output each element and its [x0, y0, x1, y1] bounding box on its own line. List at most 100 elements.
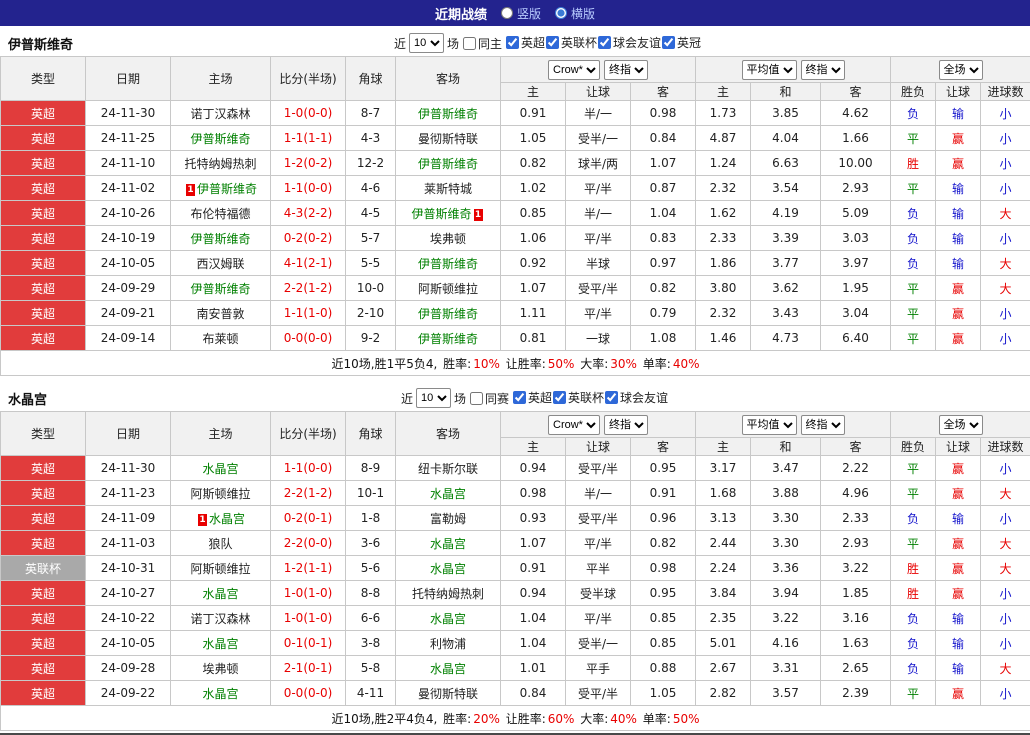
league-filter[interactable]: 英联杯 — [545, 34, 597, 51]
team-title: 伊普斯维奇 — [8, 34, 73, 53]
team-name: 伊普斯维奇 — [190, 132, 250, 146]
match-type-cell: 英联杯 — [1, 556, 86, 581]
league-checkbox[interactable] — [598, 36, 611, 49]
score-cell: 1-1(0-0) — [271, 176, 346, 201]
avg-type-select[interactable]: 平均值 — [742, 60, 797, 80]
team-name: 水晶宫 — [430, 562, 466, 576]
odds-company-select[interactable]: Crow* — [548, 60, 600, 80]
odds-handicap-cell: 球半/两 — [566, 151, 631, 176]
avg-home-cell: 2.67 — [696, 656, 751, 681]
handicap-result-cell: 输 — [936, 201, 981, 226]
odds-handicap-cell: 受平/半 — [566, 681, 631, 706]
result-cell: 平 — [891, 456, 936, 481]
avg-stage-select[interactable]: 终指 — [801, 60, 845, 80]
goals-cell: 小 — [981, 581, 1030, 606]
page-title: 近期战绩 — [435, 4, 487, 23]
corner-cell: 1-8 — [346, 506, 396, 531]
match-row: 英超24-10-26布伦特福德4-3(2-2)4-5伊普斯维奇10.85半/一1… — [1, 201, 1030, 226]
home-team-cell: 伊普斯维奇 — [171, 276, 271, 301]
recent-count-select[interactable]: 10 — [409, 33, 444, 53]
league-label: 英冠 — [677, 34, 701, 51]
result-cell: 负 — [891, 251, 936, 276]
match-row: 英超24-09-28埃弗顿2-1(0-1)5-8水晶宫1.01平手0.882.6… — [1, 656, 1030, 681]
summary-prefix: 近10场,胜1平5负4, — [332, 357, 442, 371]
away-team-cell: 阿斯顿维拉 — [396, 276, 501, 301]
away-team-cell: 伊普斯维奇 — [396, 326, 501, 351]
avg-home-cell: 1.73 — [696, 101, 751, 126]
avg-type-select[interactable]: 平均值 — [742, 415, 797, 435]
same-filter[interactable]: 同赛 — [469, 390, 509, 407]
league-checkbox[interactable] — [553, 391, 566, 404]
league-filter[interactable]: 球会友谊 — [604, 389, 668, 406]
avg-away-cell: 4.96 — [821, 481, 891, 506]
recent-count-select[interactable]: 10 — [416, 388, 451, 408]
goals-cell: 大 — [981, 556, 1030, 581]
odds-home-cell: 0.84 — [501, 681, 566, 706]
avg-home-cell: 2.35 — [696, 606, 751, 631]
handicap-result-cell: 赢 — [936, 531, 981, 556]
league-filter[interactable]: 球会友谊 — [597, 34, 661, 51]
league-checkbox[interactable] — [605, 391, 618, 404]
goals-cell: 小 — [981, 681, 1030, 706]
odds-stage-select[interactable]: 终指 — [604, 60, 648, 80]
odds-stage-select[interactable]: 终指 — [604, 415, 648, 435]
goals-cell: 小 — [981, 176, 1030, 201]
summary-stat-label: 让胜率: — [506, 712, 546, 726]
subcol-odds-away: 客 — [631, 83, 696, 101]
layout-vertical-option[interactable]: 竖版 — [499, 5, 541, 22]
team-name: 诺丁汉森林 — [190, 107, 250, 121]
team-name: 水晶宫 — [202, 687, 238, 701]
layout-horizontal-radio[interactable] — [555, 7, 567, 19]
match-row: 英超24-11-23阿斯顿维拉2-2(1-2)10-1水晶宫0.98半/一0.9… — [1, 481, 1030, 506]
score-cell: 1-1(1-0) — [271, 301, 346, 326]
away-team-cell: 水晶宫 — [396, 481, 501, 506]
col-header-type: 类型 — [1, 412, 86, 456]
avg-home-cell: 3.84 — [696, 581, 751, 606]
league-label: 球会友谊 — [613, 34, 661, 51]
league-filter[interactable]: 英超 — [512, 389, 552, 406]
home-team-cell: 南安普敦 — [171, 301, 271, 326]
subcol-goals: 进球数 — [981, 438, 1030, 456]
away-team-cell: 纽卡斯尔联 — [396, 456, 501, 481]
league-checkbox[interactable] — [513, 391, 526, 404]
odds-away-cell: 0.84 — [631, 126, 696, 151]
odds-away-cell: 1.08 — [631, 326, 696, 351]
handicap-result-cell: 输 — [936, 656, 981, 681]
team-name: 布伦特福德 — [190, 207, 250, 221]
goals-cell: 大 — [981, 531, 1030, 556]
match-row: 英超24-11-25伊普斯维奇1-1(1-1)4-3曼彻斯特联1.05受半/一0… — [1, 126, 1030, 151]
goals-cell: 小 — [981, 506, 1030, 531]
away-team-cell: 水晶宫 — [396, 656, 501, 681]
avg-home-cell: 3.13 — [696, 506, 751, 531]
team-name: 伊普斯维奇 — [197, 182, 257, 196]
league-filter[interactable]: 英冠 — [661, 34, 701, 51]
league-checkbox[interactable] — [506, 36, 519, 49]
avg-draw-cell: 3.57 — [751, 681, 821, 706]
match-type-cell: 英超 — [1, 326, 86, 351]
goals-cell: 小 — [981, 126, 1030, 151]
scope-select[interactable]: 全场 — [939, 415, 983, 435]
scope-select[interactable]: 全场 — [939, 60, 983, 80]
same-checkbox[interactable] — [470, 392, 483, 405]
avg-stage-select[interactable]: 终指 — [801, 415, 845, 435]
same-checkbox[interactable] — [463, 37, 476, 50]
league-label: 英超 — [528, 389, 552, 406]
match-row: 英超24-10-05西汉姆联4-1(2-1)5-5伊普斯维奇0.92半球0.97… — [1, 251, 1030, 276]
league-checkbox[interactable] — [546, 36, 559, 49]
same-label: 同主 — [478, 35, 502, 52]
layout-vertical-radio[interactable] — [501, 7, 513, 19]
avg-draw-cell: 4.19 — [751, 201, 821, 226]
league-filter[interactable]: 英联杯 — [552, 389, 604, 406]
league-filter[interactable]: 英超 — [505, 34, 545, 51]
odds-group-header: Crow*终指 — [501, 412, 696, 438]
layout-horizontal-option[interactable]: 横版 — [553, 5, 595, 22]
league-checkbox[interactable] — [662, 36, 675, 49]
odds-company-select[interactable]: Crow* — [548, 415, 600, 435]
same-filter[interactable]: 同主 — [462, 35, 502, 52]
handicap-result-cell: 赢 — [936, 326, 981, 351]
odds-handicap-cell: 平/半 — [566, 606, 631, 631]
avg-draw-cell: 4.16 — [751, 631, 821, 656]
team-name: 曼彻斯特联 — [418, 687, 478, 701]
corner-cell: 6-6 — [346, 606, 396, 631]
match-date-cell: 24-11-30 — [86, 456, 171, 481]
